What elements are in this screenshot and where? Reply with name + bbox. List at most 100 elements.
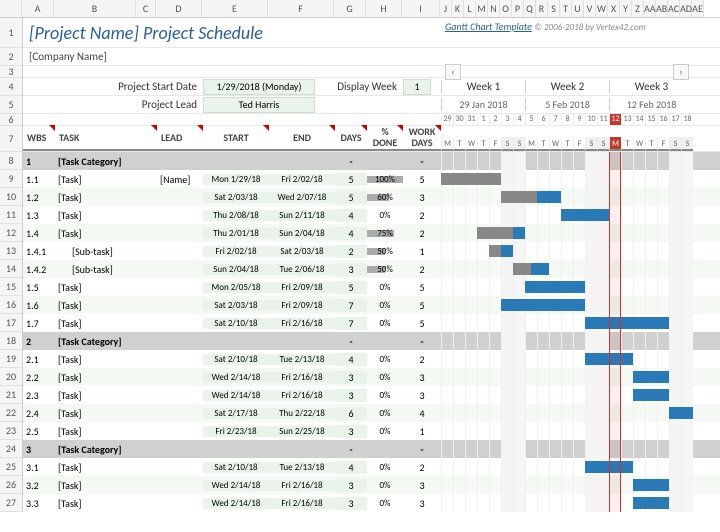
col-letter[interactable]: AA <box>644 0 656 17</box>
row-number[interactable]: 25 <box>0 458 22 476</box>
header-pct[interactable]: % DONE <box>367 125 403 151</box>
col-letter[interactable]: Y <box>620 0 632 17</box>
row-number[interactable]: 27 <box>0 494 22 512</box>
col-letter[interactable]: AC <box>668 0 680 17</box>
start-cell: Fri 2/23/18 <box>203 426 269 437</box>
lead-value[interactable]: Ted Harris <box>203 97 315 113</box>
template-link[interactable]: Gantt Chart Template <box>445 20 532 33</box>
col-letter[interactable]: V <box>584 0 596 17</box>
task-row[interactable]: 1.6[Task]Sat 2/03/18Fri 2/09/1870%5 <box>23 296 720 314</box>
col-letter[interactable]: N <box>488 0 500 17</box>
task-row[interactable]: 2.5[Task]Fri 2/23/18Sun 2/25/1830%1 <box>23 422 720 440</box>
header-task[interactable]: TASK <box>55 125 157 151</box>
col-letter[interactable]: Q <box>524 0 536 17</box>
col-letter[interactable]: AE <box>692 0 704 17</box>
row-number[interactable]: 23 <box>0 422 22 440</box>
row-number[interactable]: 22 <box>0 404 22 422</box>
task-row[interactable]: 3.3[Task]Wed 2/14/18Fri 2/16/1830%3 <box>23 494 720 512</box>
wbs-cell: 2.1 <box>23 353 55 366</box>
col-letter[interactable]: I <box>402 0 440 17</box>
gantt-bar <box>585 317 669 329</box>
row-number[interactable]: 14 <box>0 260 22 278</box>
header-days[interactable]: DAYS <box>335 125 367 151</box>
week-date: 12 Feb 2018 <box>609 98 693 111</box>
header-lead[interactable]: LEAD <box>157 125 203 151</box>
task-row[interactable]: 3.1[Task]Sat 2/10/18Tue 2/13/1840%2 <box>23 458 720 476</box>
row-number[interactable]: 5 <box>0 96 22 114</box>
col-letter[interactable]: W <box>596 0 608 17</box>
row-number[interactable]: 10 <box>0 188 22 206</box>
col-letter[interactable]: K <box>452 0 464 17</box>
row-number[interactable]: 9 <box>0 170 22 188</box>
col-letter[interactable]: T <box>560 0 572 17</box>
row-number[interactable]: 4 <box>0 78 22 96</box>
col-letter[interactable]: M <box>476 0 488 17</box>
task-row[interactable]: 2.3[Task]Wed 2/14/18Fri 2/16/1830%3 <box>23 386 720 404</box>
row-number[interactable]: 12 <box>0 224 22 242</box>
row-number[interactable]: 19 <box>0 350 22 368</box>
header-start[interactable]: START <box>203 125 269 151</box>
category-row[interactable]: 2[Task Category]-- <box>23 332 720 350</box>
task-row[interactable]: 3.2[Task]Wed 2/14/18Fri 2/16/1830%3 <box>23 476 720 494</box>
col-letter[interactable]: Z <box>632 0 644 17</box>
col-letter[interactable]: S <box>548 0 560 17</box>
col-letter[interactable]: AB <box>656 0 668 17</box>
col-letter[interactable]: P <box>512 0 524 17</box>
start-date-label: Project Start Date <box>23 80 203 93</box>
row-number[interactable]: 16 <box>0 296 22 314</box>
task-row[interactable]: 1.2[Task]Sat 2/03/18Wed 2/07/18560%3 <box>23 188 720 206</box>
col-letter[interactable]: G <box>334 0 366 17</box>
start-date-value[interactable]: 1/29/2018 (Monday) <box>203 79 315 95</box>
task-row[interactable]: 1.3[Task]Thu 2/08/18Sun 2/11/1840%2 <box>23 206 720 224</box>
header-wbs[interactable]: WBS <box>23 125 55 151</box>
col-letter[interactable]: R <box>536 0 548 17</box>
col-letter[interactable]: D <box>156 0 202 17</box>
col-letter[interactable]: O <box>500 0 512 17</box>
col-letter[interactable]: H <box>366 0 402 17</box>
task-row[interactable]: 1.4[Task]Thu 2/01/18Sun 2/04/18475%2 <box>23 224 720 242</box>
row-number[interactable]: 15 <box>0 278 22 296</box>
row-number[interactable]: 1 <box>0 18 22 48</box>
row-number[interactable]: 8 <box>0 152 22 170</box>
col-letter[interactable]: A <box>22 0 54 17</box>
row-number[interactable]: 17 <box>0 314 22 332</box>
col-letter[interactable]: U <box>572 0 584 17</box>
header-end[interactable]: END <box>269 125 335 151</box>
task-row[interactable]: 2.4[Task]Sat 2/17/18Thu 2/22/1860%4 <box>23 404 720 422</box>
row-number[interactable]: 24 <box>0 440 22 458</box>
category-row[interactable]: 3[Task Category]-- <box>23 440 720 458</box>
days-cell: 3 <box>335 479 367 492</box>
task-row[interactable]: 1.7[Task]Sat 2/10/18Fri 2/16/1870%5 <box>23 314 720 332</box>
col-letter[interactable]: F <box>268 0 334 17</box>
row-number[interactable]: 2 <box>0 48 22 66</box>
task-row[interactable]: 1.4.1[Sub-task]Fri 2/02/18Sat 2/03/18250… <box>23 242 720 260</box>
col-letter[interactable]: C <box>136 0 156 17</box>
row-number[interactable]: 18 <box>0 332 22 350</box>
task-row[interactable]: 1.5[Task]Mon 2/05/18Fri 2/09/1850%5 <box>23 278 720 296</box>
header-work[interactable]: WORK DAYS <box>403 125 441 151</box>
col-letter[interactable]: L <box>464 0 476 17</box>
row-number[interactable]: 11 <box>0 206 22 224</box>
task-row[interactable]: 1.1[Task][Name]Mon 1/29/18Fri 2/02/18510… <box>23 170 720 188</box>
row-number[interactable]: 6 <box>0 114 22 126</box>
task-row[interactable]: 1.4.2[Sub-task]Sun 2/04/18Tue 2/06/18350… <box>23 260 720 278</box>
col-letter[interactable]: J <box>440 0 452 17</box>
task-row[interactable]: 2.2[Task]Wed 2/14/18Fri 2/16/1830%3 <box>23 368 720 386</box>
col-letter[interactable] <box>0 0 22 17</box>
row-number[interactable]: 21 <box>0 386 22 404</box>
row-number[interactable]: 26 <box>0 476 22 494</box>
row-number[interactable]: 7 <box>0 126 22 152</box>
row-number[interactable]: 13 <box>0 242 22 260</box>
row-number[interactable]: 3 <box>0 66 22 78</box>
row-number[interactable]: 20 <box>0 368 22 386</box>
days-cell: 2 <box>335 245 367 258</box>
next-week-button[interactable]: › <box>673 64 689 80</box>
col-letter[interactable]: X <box>608 0 620 17</box>
category-row[interactable]: 1[Task Category]-- <box>23 152 720 170</box>
col-letter[interactable]: E <box>202 0 268 17</box>
display-week-value[interactable]: 1 <box>403 79 431 95</box>
col-letter[interactable]: AD <box>680 0 692 17</box>
prev-week-button[interactable]: ‹ <box>445 64 461 80</box>
col-letter[interactable]: B <box>54 0 136 17</box>
task-row[interactable]: 2.1[Task]Sat 2/10/18Tue 2/13/1840%2 <box>23 350 720 368</box>
